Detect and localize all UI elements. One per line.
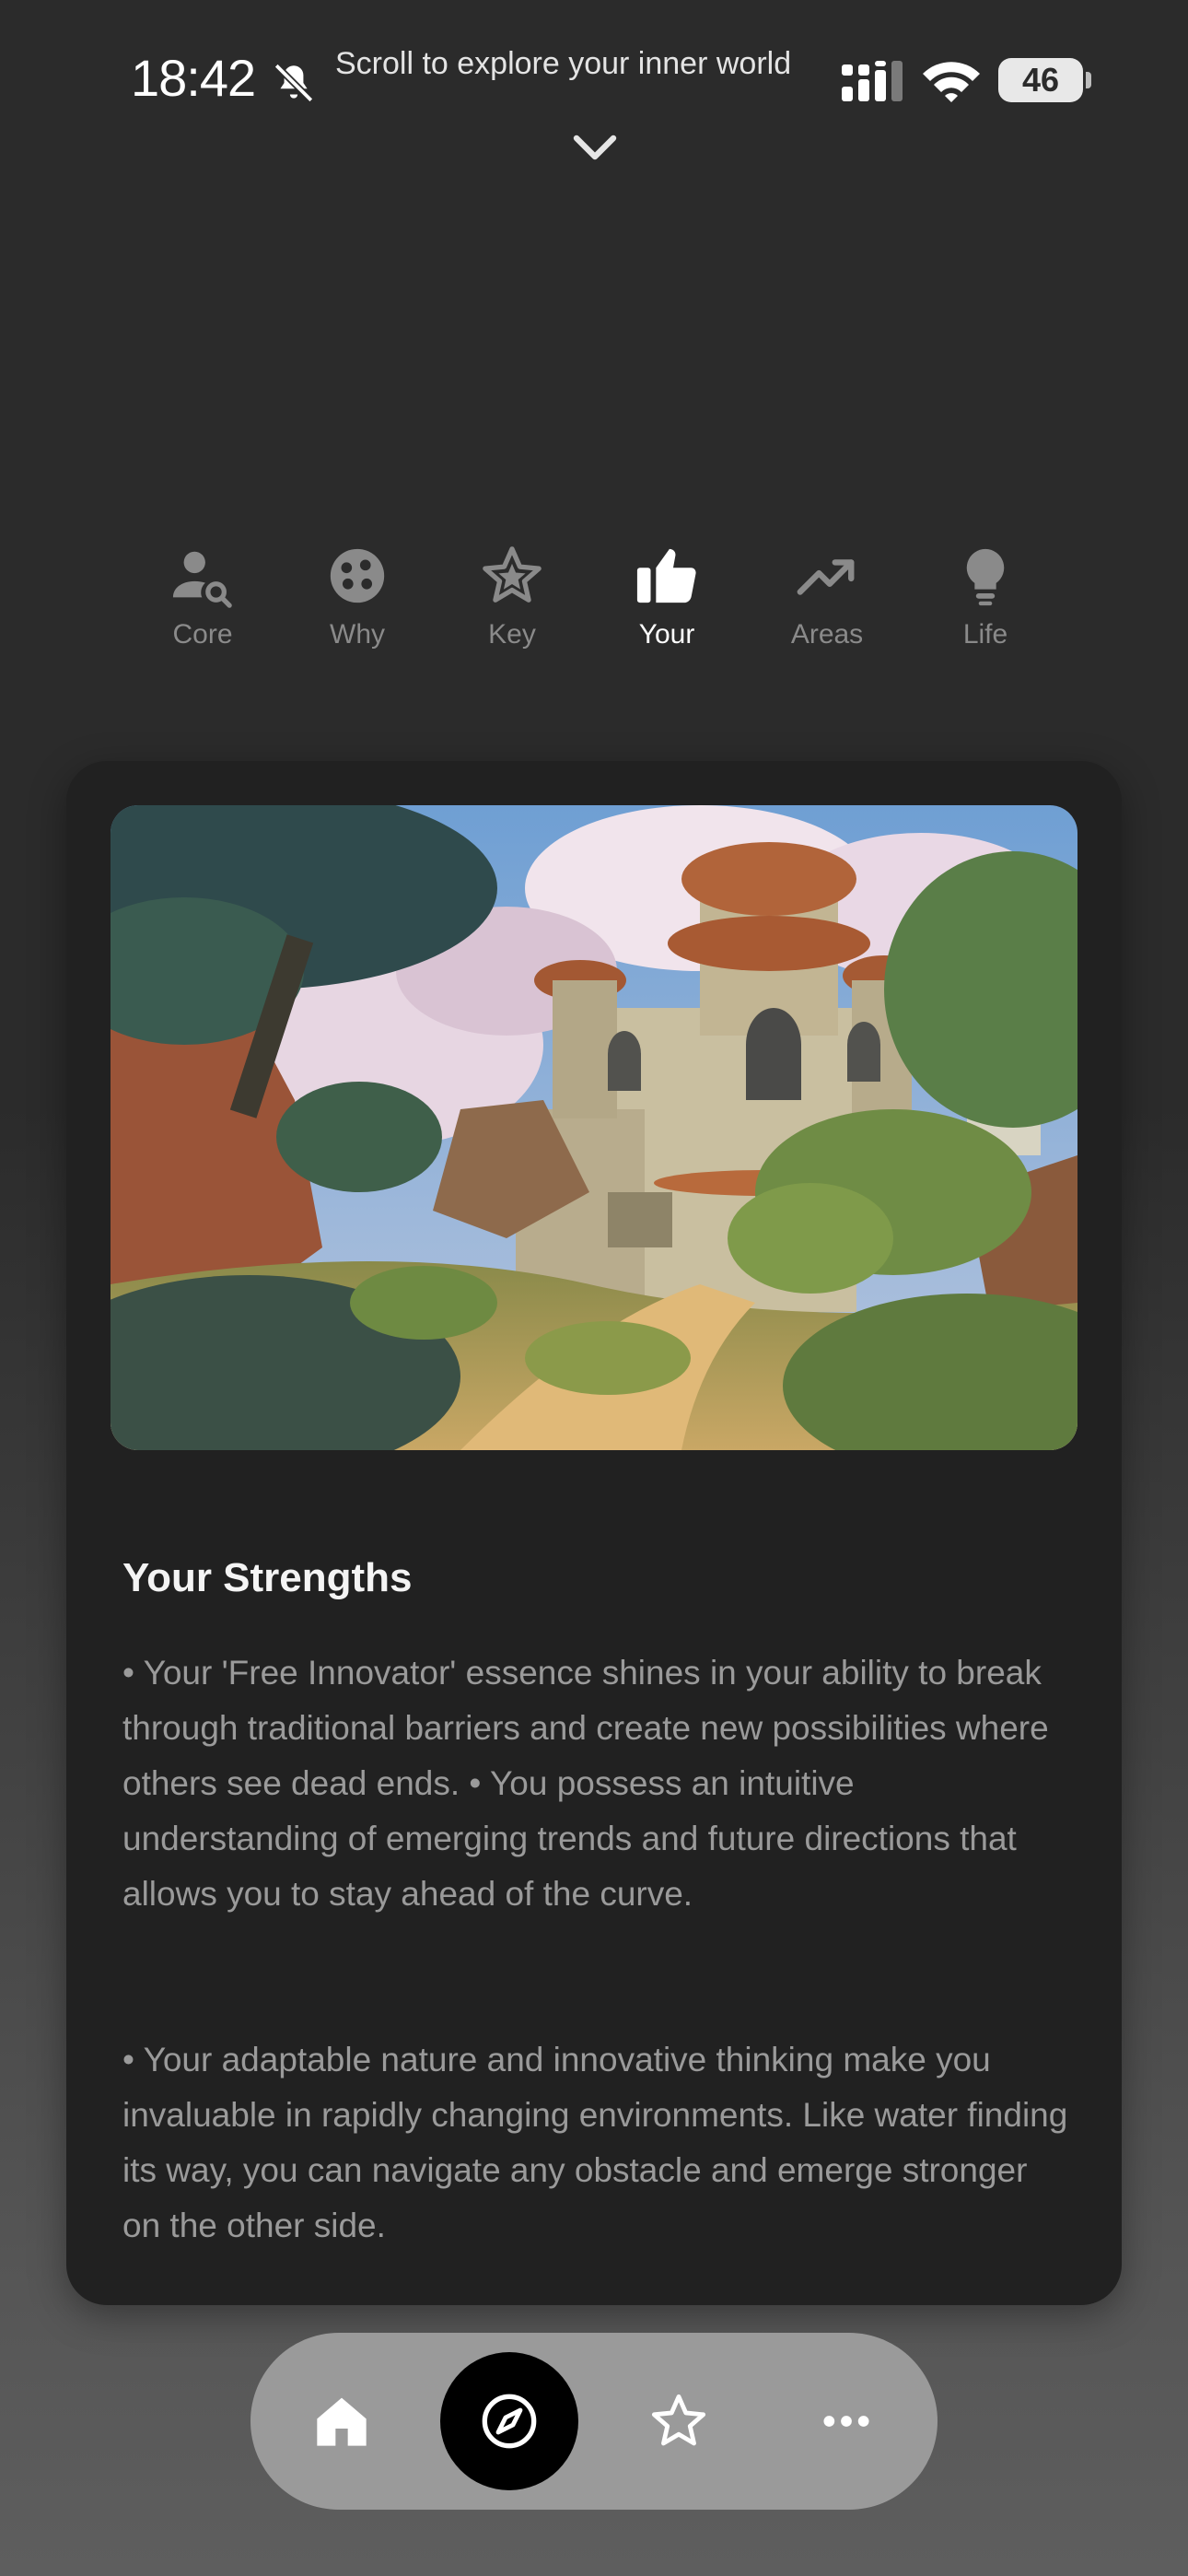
status-bar: 18:42 Scroll to explore your inner world…: [0, 0, 1188, 160]
star-icon: [483, 546, 542, 603]
star-outline-icon: [651, 2394, 706, 2446]
lightbulb-icon: [966, 548, 1005, 606]
tab-your[interactable]: Your: [593, 544, 740, 650]
tab-life[interactable]: Life: [912, 544, 1059, 650]
strength-paragraph: • Your 'Free Innovator' essence shines i…: [122, 1654, 1049, 1913]
tab-label: Key: [488, 619, 536, 650]
section-tabs: Core Why Key Your Areas Life: [0, 544, 1188, 673]
tab-core[interactable]: Core: [129, 544, 276, 650]
tab-areas[interactable]: Areas: [753, 544, 901, 650]
more-icon: [823, 2416, 869, 2427]
card-title: Your Strengths: [122, 1555, 413, 1600]
nav-more-button[interactable]: [777, 2333, 915, 2510]
battery-level: 46: [1021, 61, 1060, 99]
thumbs-up-icon: [636, 548, 696, 603]
wifi-icon: [923, 62, 980, 102]
home-icon: [317, 2397, 367, 2446]
battery-indicator: 46: [998, 58, 1091, 102]
cellular-signal-icon: [842, 61, 903, 101]
tab-label: Your: [638, 619, 695, 650]
strengths-card: Your Strengths • Your 'Free Innovator' e…: [66, 761, 1122, 2305]
bell-muted-icon: [274, 63, 314, 103]
nav-explore-button[interactable]: [440, 2333, 578, 2510]
nav-favorites-button[interactable]: [610, 2333, 748, 2510]
chevron-down-icon[interactable]: [571, 131, 619, 164]
nav-home-button[interactable]: [273, 2333, 411, 2510]
palette-icon: [330, 548, 385, 603]
status-time: 18:42: [131, 49, 256, 107]
strength-paragraph: • Your adaptable nature and innovative t…: [122, 2041, 1068, 2244]
trending-up-icon: [797, 559, 855, 595]
person-search-icon: [172, 551, 232, 608]
tab-label: Why: [330, 619, 385, 650]
bottom-nav: [250, 2333, 938, 2510]
tab-why[interactable]: Why: [284, 544, 431, 650]
compass-icon: [482, 2394, 537, 2449]
tab-label: Life: [962, 619, 1008, 650]
tab-label: Core: [172, 619, 233, 650]
scroll-hint: Scroll to explore your inner world: [335, 46, 792, 81]
landscape-painting: [111, 805, 1077, 1450]
tab-key[interactable]: Key: [438, 544, 586, 650]
tab-label: Areas: [790, 619, 864, 650]
